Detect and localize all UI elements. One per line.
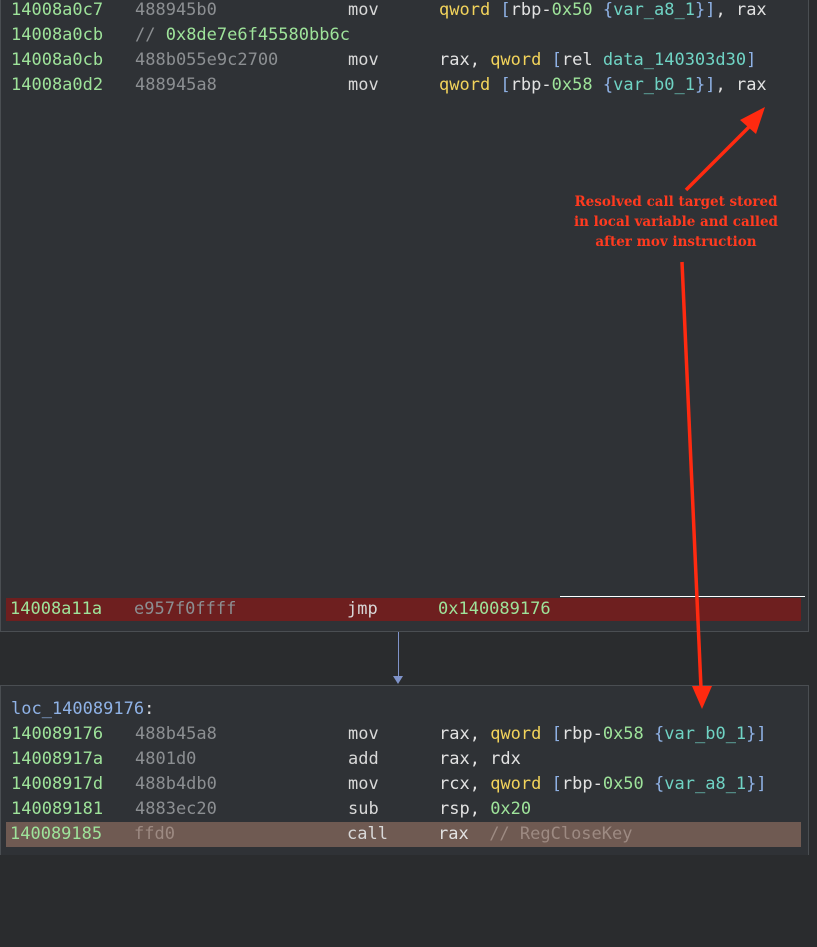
annotation-arrow-down (680, 261, 703, 689)
annotation-line: after mov instruction (595, 234, 757, 250)
annotation-callout: Resolved call target stored in local var… (566, 192, 786, 252)
annotation-arrow-up (684, 122, 754, 192)
annotation-line: in local variable and called (574, 214, 778, 230)
annotation-arrows (680, 107, 765, 709)
annotation-line: Resolved call target stored (574, 194, 778, 210)
annotation-arrowhead-down (692, 686, 712, 709)
